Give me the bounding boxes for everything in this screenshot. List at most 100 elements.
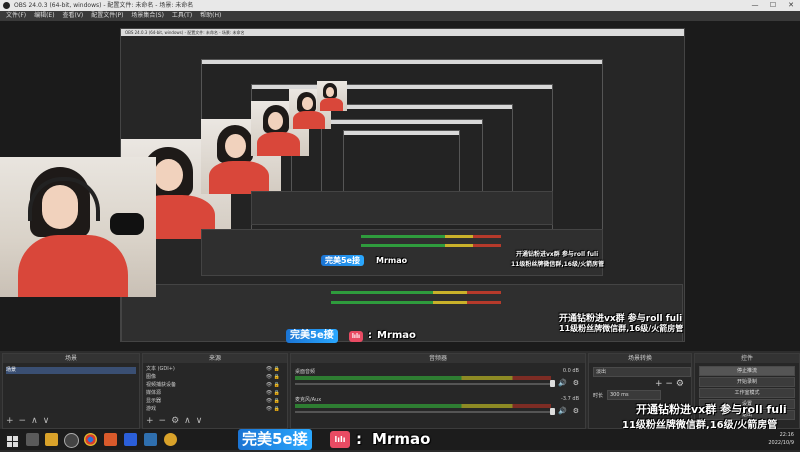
remove-source-button[interactable]: − [159, 416, 167, 426]
gear-icon[interactable]: ⚙ [573, 407, 579, 415]
overlay-banner: 完美5e接 [238, 429, 312, 450]
taskbar-clock[interactable]: 22:16 2022/10/9 [768, 431, 794, 447]
track-name: 桌面音频 [295, 369, 316, 375]
overlay-vx-line: 开通钻粉进vx群 参与roll fuli [636, 403, 787, 416]
menu-bar: 文件(F) 编辑(E) 查看(V) 配置文件(P) 场景集合(S) 工具(T) … [0, 11, 800, 21]
app-icon[interactable] [164, 433, 177, 446]
volume-slider[interactable] [295, 383, 551, 385]
start-recording-button[interactable]: 开始录制 [699, 377, 795, 387]
steam-icon[interactable] [144, 433, 157, 446]
transition-settings-icon[interactable]: ⚙ [676, 379, 684, 389]
nested-window-level-6 [343, 130, 460, 194]
webcam-source [0, 157, 156, 297]
duration-input[interactable]: 300 ms [607, 390, 661, 400]
transition-controls: + − ⚙ [655, 379, 684, 389]
display-capture-recursion: OBS 24.0.3 (64-bit, windows) - 配置文件: 未命名… [120, 28, 685, 343]
app-icon[interactable] [124, 433, 137, 446]
volume-slider[interactable] [295, 411, 551, 413]
visibility-lock-icon: 👁 🔒 [265, 406, 280, 412]
move-scene-up-button[interactable]: ∧ [31, 416, 38, 426]
nested-banner: 完美5e接 [286, 329, 338, 343]
nested-meter-4 [361, 244, 501, 247]
taskview-icon[interactable] [26, 433, 39, 446]
track-db: -3.7 dB [561, 396, 579, 402]
menu-help[interactable]: 帮助(H) [200, 11, 221, 21]
file-explorer-icon[interactable] [45, 433, 58, 446]
nested-meter-1 [331, 291, 501, 294]
menu-scene-collection[interactable]: 场景集合(S) [131, 11, 164, 21]
menu-edit[interactable]: 编辑(E) [34, 11, 54, 21]
mixer-track-desktop: 桌面音频 0.0 dB 🔊 ⚙ [295, 368, 581, 392]
chrome-icon[interactable] [84, 433, 97, 446]
stop-streaming-button[interactable]: 停止推流 [699, 366, 795, 376]
visibility-lock-icon: 👁 🔒 [265, 390, 280, 396]
obs-icon[interactable] [64, 433, 79, 448]
windows-start-icon[interactable] [6, 433, 19, 447]
sources-dock-title: 来源 [143, 354, 287, 363]
nested-logo: lılı [349, 331, 363, 342]
nested-meter-3 [361, 235, 501, 238]
scenes-dock-footer: + − ∧ ∨ [6, 417, 54, 426]
move-scene-down-button[interactable]: ∨ [43, 416, 50, 426]
preview-canvas[interactable]: OBS 24.0.3 (64-bit, windows) - 配置文件: 未命名… [0, 21, 800, 351]
menu-tools[interactable]: 工具(T) [172, 11, 192, 21]
microphone-shape [110, 213, 144, 235]
source-properties-button[interactable]: ⚙ [171, 416, 179, 426]
remove-scene-button[interactable]: − [19, 416, 27, 426]
obs-app-icon [3, 2, 10, 9]
remove-transition-button[interactable]: − [665, 379, 673, 389]
nested-colon: : [368, 330, 372, 341]
nested-streamer-name-2: Mrmao [376, 256, 408, 265]
speaker-icon[interactable]: 🔊 [558, 379, 567, 387]
track-name: 麦克风/Aux [295, 397, 322, 403]
overlay-streamer-name: Mrmao [372, 430, 431, 448]
source-item[interactable]: 视频捕获设备 👁 🔒 [146, 382, 284, 389]
scenes-dock: 场景 场景 + − ∧ ∨ [2, 353, 140, 429]
maximize-button[interactable]: ☐ [764, 0, 782, 11]
visibility-lock-icon: 👁 🔒 [265, 374, 280, 380]
nested-meter-2 [331, 301, 501, 304]
transition-select[interactable]: 淡出 [593, 367, 691, 377]
volume-slider-handle[interactable] [550, 408, 555, 415]
close-button[interactable]: ✕ [782, 0, 800, 11]
clock-time: 22:16 [779, 432, 794, 438]
sources-dock: 来源 文本 (GDI+) 👁 🔒 图像 👁 🔒 视频捕获设备 👁 🔒 媒体源 👁 🔒 显… [142, 353, 288, 429]
source-item[interactable]: 图像 👁 🔒 [146, 374, 284, 381]
scene-item[interactable]: 场景 [6, 367, 136, 374]
nested-window-title: OBS 24.0.3 (64-bit, windows) - 配置文件: 未命名… [121, 29, 684, 36]
source-item[interactable]: 显示器 👁 🔒 [146, 398, 284, 405]
source-item[interactable]: 媒体源 👁 🔒 [146, 390, 284, 397]
source-item[interactable]: 游戏 👁 🔒 [146, 406, 284, 413]
studio-mode-button[interactable]: 工作室模式 [699, 388, 795, 398]
gear-icon[interactable]: ⚙ [573, 379, 579, 387]
transitions-title: 场景转换 [589, 354, 691, 363]
overlay-colon: : [356, 430, 362, 448]
move-source-down-button[interactable]: ∨ [196, 416, 203, 426]
track-db: 0.0 dB [562, 368, 579, 374]
add-source-button[interactable]: + [146, 416, 154, 426]
app-icon[interactable] [104, 433, 117, 446]
minimize-button[interactable]: — [746, 0, 764, 11]
audio-mixer-dock: 音频器 桌面音频 0.0 dB 🔊 ⚙ 麦克风/Aux -3.7 dB 🔊 ⚙ [290, 353, 586, 429]
sources-dock-footer: + − ⚙ ∧ ∨ [146, 417, 207, 426]
audio-mixer-title: 音频器 [291, 354, 585, 363]
volume-meter [295, 404, 551, 408]
mixer-track-mic: 麦克风/Aux -3.7 dB 🔊 ⚙ [295, 396, 581, 420]
window-title: OBS 24.0.3 (64-bit, windows) - 配置文件: 未命名… [14, 2, 194, 9]
speaker-icon[interactable]: 🔊 [558, 407, 567, 415]
nested-overlay-fans-line-2: 11级粉丝牌微信群,16级/火箭房管 [511, 261, 605, 268]
menu-view[interactable]: 查看(V) [62, 11, 83, 21]
move-source-up-button[interactable]: ∧ [184, 416, 191, 426]
taskbar: 完美5e接 lılı : Mrmao 22:16 2022/10/9 [0, 429, 800, 450]
volume-slider-handle[interactable] [550, 380, 555, 387]
add-scene-button[interactable]: + [6, 416, 14, 426]
add-transition-button[interactable]: + [655, 379, 663, 389]
nested-banner-2: 完美5e接 [321, 255, 364, 266]
menu-file[interactable]: 文件(F) [6, 11, 26, 21]
menu-profile[interactable]: 配置文件(P) [91, 11, 123, 21]
source-item[interactable]: 文本 (GDI+) 👁 🔒 [146, 366, 284, 373]
nested-overlay-vx-line-2: 开通钻粉进vx群 参与roll fuli [516, 251, 599, 258]
nested-webcam-5 [317, 81, 347, 111]
nested-docks-3 [251, 191, 553, 225]
scenes-dock-title: 场景 [3, 354, 139, 363]
